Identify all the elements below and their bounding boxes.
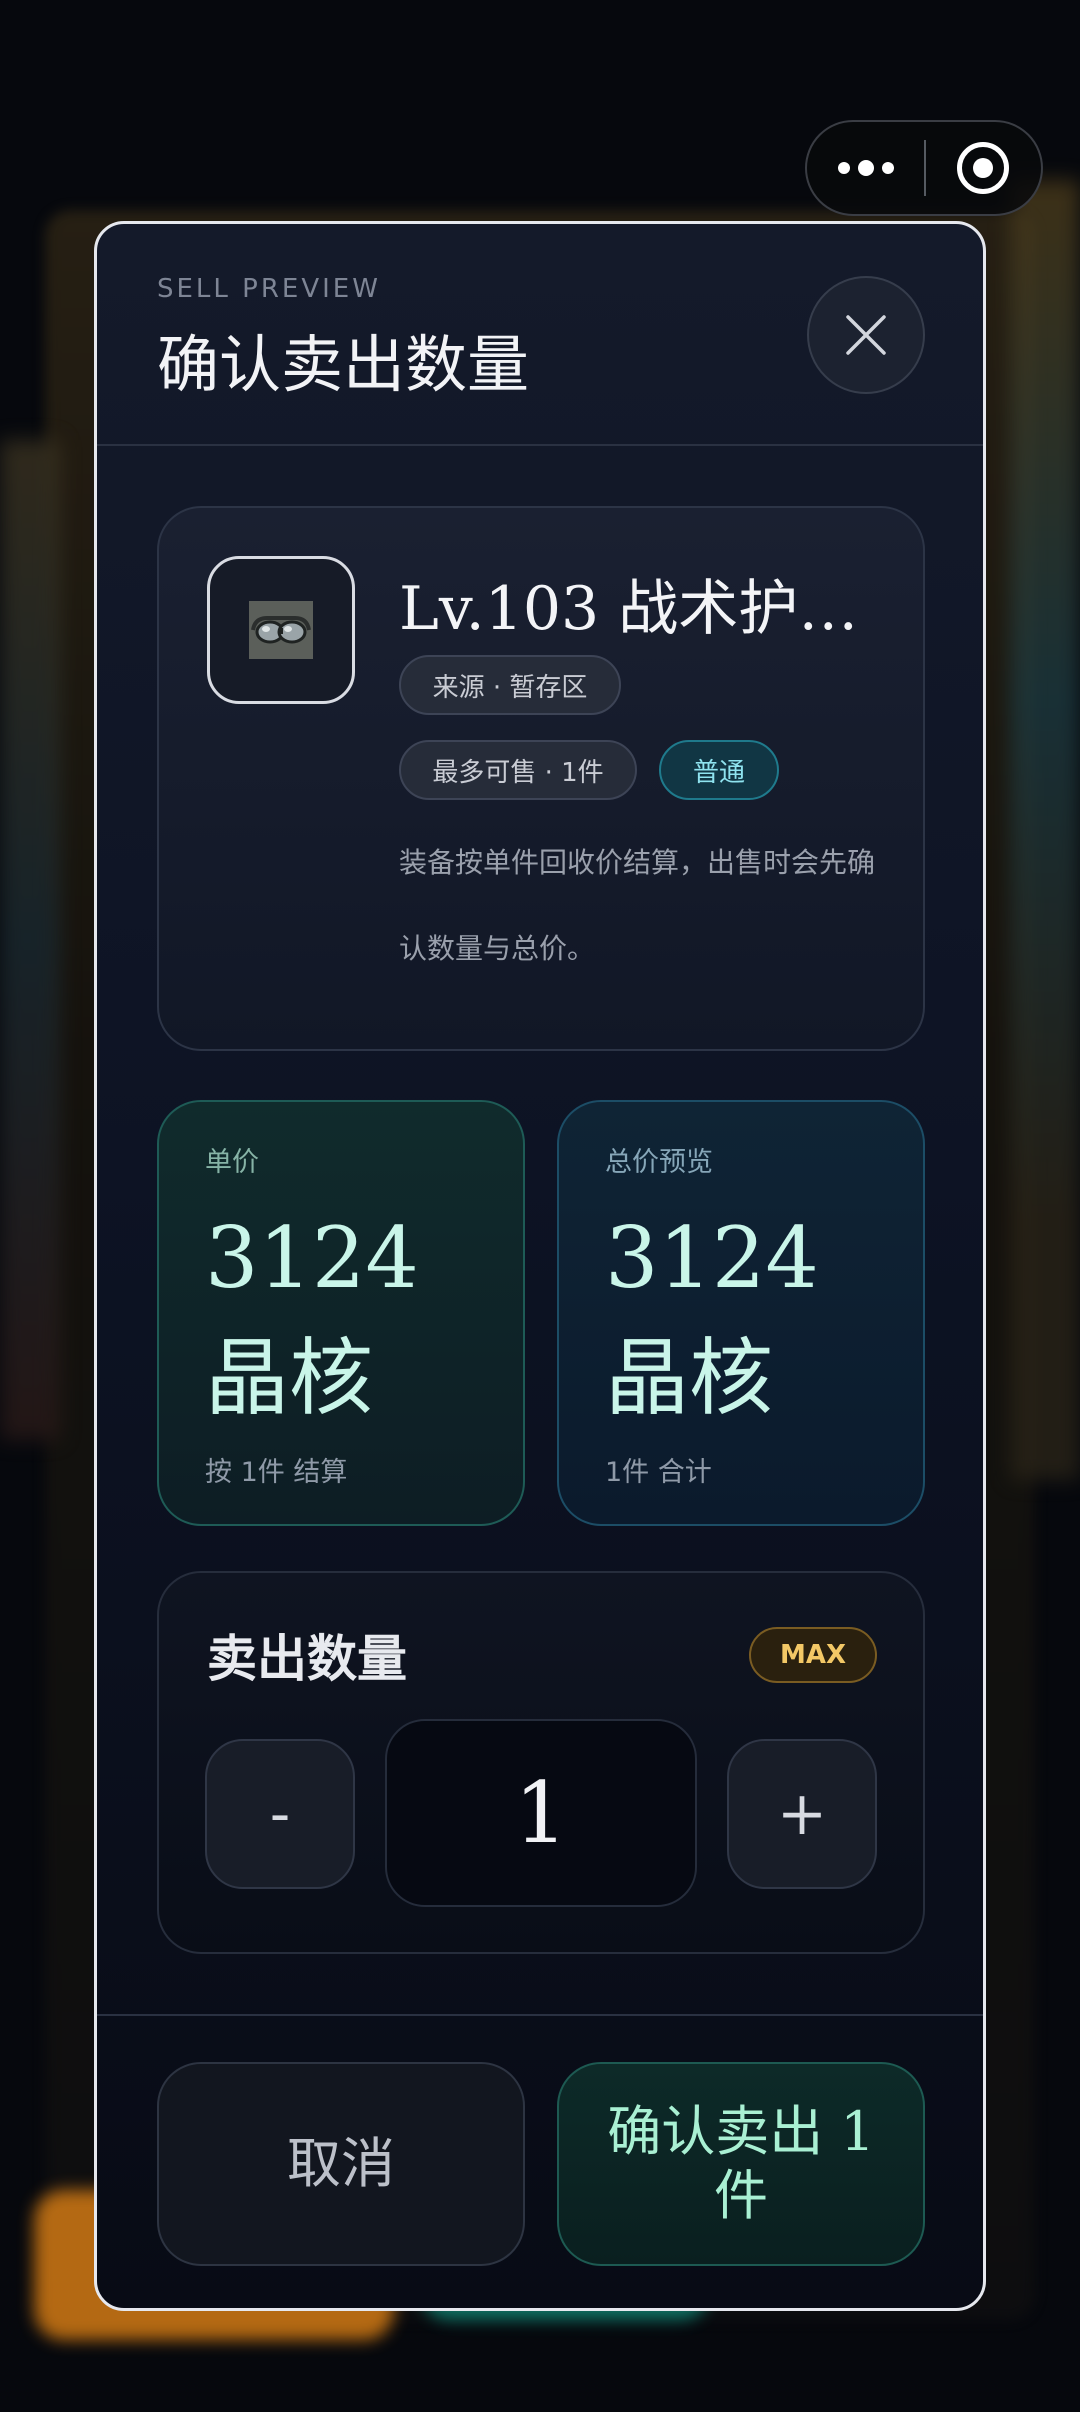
item-name: Lv.103 战术护…	[399, 574, 859, 644]
unit-price-label: 单价	[205, 1147, 259, 1178]
more-menu-icon[interactable]	[807, 122, 924, 214]
goggles-icon	[251, 616, 311, 644]
quantity-value[interactable]: 1	[385, 1719, 697, 1907]
rarity-badge: 普通	[659, 740, 779, 800]
total-price-sub: 1件 合计	[605, 1457, 712, 1488]
item-description: 装备按单件回收价结算，出售时会先确认数量与总价。	[399, 846, 876, 965]
background-right-edge	[1010, 180, 1080, 1480]
exit-icon[interactable]	[926, 122, 1041, 214]
cancel-button[interactable]: 取消	[157, 2062, 525, 2266]
item-card: Lv.103 战术护… 来源 · 暂存区 最多可售 · 1件 普通 装备按单件回…	[157, 506, 925, 1051]
increase-button[interactable]: +	[727, 1739, 877, 1889]
dialog-eyebrow: SELL PREVIEW	[157, 274, 381, 304]
unit-price-card: 单价 3124 晶核 按 1件 结算	[157, 1100, 525, 1526]
item-thumbnail	[207, 556, 355, 704]
total-price-value: 3124 晶核	[605, 1209, 819, 1427]
total-price-label: 总价预览	[605, 1147, 713, 1178]
close-button[interactable]	[807, 276, 925, 394]
background-left-edge	[0, 440, 60, 1440]
dialog-footer: 取消 确认卖出 1 件	[97, 2014, 983, 2308]
unit-price-value: 3124 晶核	[205, 1209, 419, 1427]
close-icon	[846, 315, 886, 355]
sell-confirm-dialog: SELL PREVIEW 确认卖出数量 Lv.103 战术护… 来源 · 暂存区…	[94, 221, 986, 2311]
quantity-title: 卖出数量	[207, 1630, 407, 1688]
mini-program-capsule	[805, 120, 1043, 216]
max-button[interactable]: MAX	[749, 1627, 877, 1683]
max-sellable-chip: 最多可售 · 1件	[399, 740, 637, 800]
dialog-header: SELL PREVIEW 确认卖出数量	[97, 224, 983, 446]
quantity-card: 卖出数量 MAX - 1 +	[157, 1571, 925, 1954]
confirm-sell-button[interactable]: 确认卖出 1 件	[557, 2062, 925, 2266]
source-chip: 来源 · 暂存区	[399, 655, 621, 715]
unit-price-sub: 按 1件 结算	[205, 1457, 348, 1488]
dialog-title: 确认卖出数量	[157, 328, 530, 401]
total-price-card: 总价预览 3124 晶核 1件 合计	[557, 1100, 925, 1526]
decrease-button[interactable]: -	[205, 1739, 355, 1889]
